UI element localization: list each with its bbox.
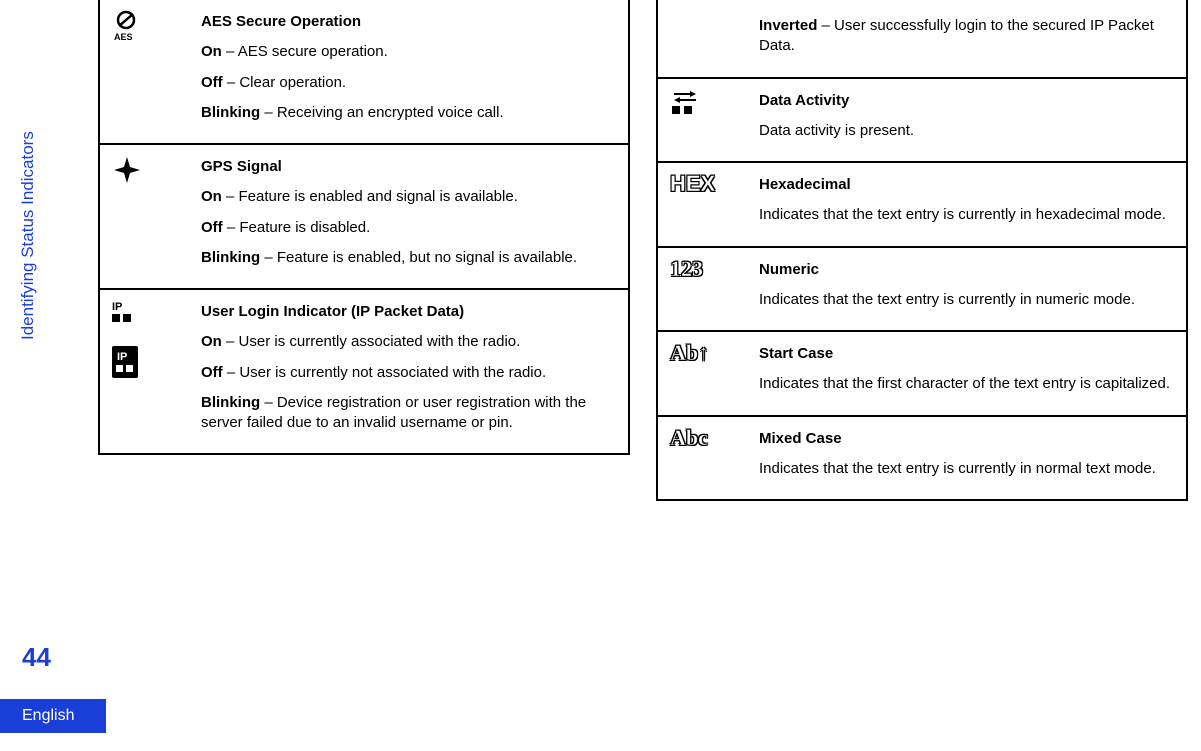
indicator-title: Data Activity <box>759 91 1174 111</box>
numeric-icon: 123 <box>670 258 703 280</box>
icon-cell <box>99 144 189 289</box>
indicator-line: Off – User is currently not associated w… <box>201 363 616 383</box>
content-columns: AES AES Secure Operation On – AES secure… <box>98 0 1188 501</box>
icon-cell: Abc <box>657 416 747 501</box>
indicator-title: Numeric <box>759 260 1174 280</box>
aes-icon: AES <box>112 10 146 44</box>
icon-cell <box>657 0 747 78</box>
page-number: 44 <box>22 642 51 673</box>
hex-icon: HEX <box>670 173 715 195</box>
indicator-title: User Login Indicator (IP Packet Data) <box>201 302 616 322</box>
indicator-title: GPS Signal <box>201 157 616 177</box>
startcase-icon: Ab↑ <box>670 342 709 364</box>
indicator-line: Inverted – User successfully login to th… <box>759 16 1174 57</box>
icon-cell: HEX <box>657 162 747 247</box>
desc-cell: Numeric Indicates that the text entry is… <box>747 247 1187 332</box>
indicator-line: Data activity is present. <box>759 121 1174 141</box>
indicator-table-right: Inverted – User successfully login to th… <box>656 0 1188 501</box>
desc-cell: Data Activity Data activity is present. <box>747 78 1187 163</box>
indicator-line: Blinking – Feature is enabled, but no si… <box>201 248 616 268</box>
indicator-line: On – User is currently associated with t… <box>201 332 616 352</box>
indicator-line: Blinking – Device registration or user r… <box>201 393 616 434</box>
section-label: Identifying Status Indicators <box>18 131 38 340</box>
indicator-line: Off – Clear operation. <box>201 73 616 93</box>
desc-cell: Inverted – User successfully login to th… <box>747 0 1187 78</box>
icon-cell: IP IP <box>99 289 189 454</box>
indicator-line: Indicates that the text entry is current… <box>759 459 1174 479</box>
icon-cell: AES <box>99 0 189 144</box>
data-activity-icon <box>670 89 700 115</box>
right-column: Inverted – User successfully login to th… <box>656 0 1188 501</box>
desc-cell: GPS Signal On – Feature is enabled and s… <box>189 144 629 289</box>
ip-outline-icon: IP <box>112 300 142 326</box>
desc-cell: User Login Indicator (IP Packet Data) On… <box>189 289 629 454</box>
icon-cell: 123 <box>657 247 747 332</box>
left-column: AES AES Secure Operation On – AES secure… <box>98 0 630 501</box>
gps-icon <box>112 155 142 185</box>
desc-cell: Start Case Indicates that the first char… <box>747 331 1187 416</box>
indicator-title: Hexadecimal <box>759 175 1174 195</box>
svg-text:AES: AES <box>114 32 133 42</box>
indicator-table-left: AES AES Secure Operation On – AES secure… <box>98 0 630 455</box>
svg-text:IP: IP <box>117 351 127 363</box>
indicator-title: Mixed Case <box>759 429 1174 449</box>
desc-cell: Hexadecimal Indicates that the text entr… <box>747 162 1187 247</box>
indicator-title: AES Secure Operation <box>201 12 616 32</box>
indicator-title: Start Case <box>759 344 1174 364</box>
mixedcase-icon: Abc <box>670 427 708 449</box>
indicator-line: Indicates that the first character of th… <box>759 374 1174 394</box>
svg-text:IP: IP <box>112 301 122 313</box>
indicator-line: Off – Feature is disabled. <box>201 218 616 238</box>
desc-cell: AES Secure Operation On – AES secure ope… <box>189 0 629 144</box>
indicator-line: On – AES secure operation. <box>201 42 616 62</box>
icon-cell: Ab↑ <box>657 331 747 416</box>
indicator-line: Indicates that the text entry is current… <box>759 290 1174 310</box>
indicator-line: On – Feature is enabled and signal is av… <box>201 187 616 207</box>
desc-cell: Mixed Case Indicates that the text entry… <box>747 416 1187 501</box>
indicator-line: Indicates that the text entry is current… <box>759 205 1174 225</box>
indicator-line: Blinking – Receiving an encrypted voice … <box>201 103 616 123</box>
language-tab: English <box>0 699 106 733</box>
ip-inverted-icon: IP <box>112 346 142 380</box>
icon-cell <box>657 78 747 163</box>
